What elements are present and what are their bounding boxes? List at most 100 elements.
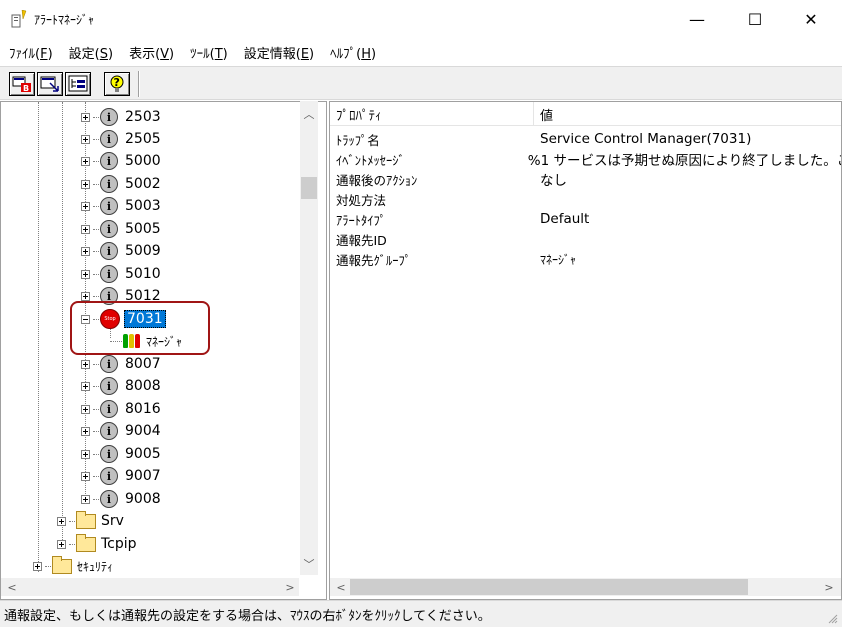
expand-icon[interactable] xyxy=(57,516,66,526)
folder-icon xyxy=(52,555,72,574)
property-name: 対処方法 xyxy=(336,192,387,208)
resize-grip-icon[interactable] xyxy=(826,612,838,624)
close-button[interactable]: ✕ xyxy=(782,0,840,38)
info-icon: i xyxy=(100,490,118,508)
menu-config-info[interactable]: 設定情報(E) xyxy=(239,43,319,62)
tree-item[interactable]: i 9004 xyxy=(81,420,161,442)
expand-icon[interactable] xyxy=(81,112,90,122)
property-row[interactable]: 対処方法 xyxy=(330,189,841,209)
tree-item-label: 2503 xyxy=(125,109,161,125)
expand-icon[interactable] xyxy=(81,291,90,301)
tree-horizontal-scrollbar[interactable]: < > xyxy=(1,578,299,596)
tree-vertical-scrollbar[interactable]: ︿ ﹀ xyxy=(300,101,318,575)
list-header: ﾌﾟﾛﾊﾟﾃｨ 値 xyxy=(330,102,841,126)
property-row[interactable]: ﾄﾗｯﾌﾟ名 Service Control Manager(7031) xyxy=(330,129,841,149)
property-row[interactable]: ｱﾗｰﾄﾀｲﾌﾟ Default xyxy=(330,209,841,229)
property-horizontal-scrollbar[interactable]: < > xyxy=(330,578,841,596)
menu-file[interactable]: ﾌｧｲﾙ(F) xyxy=(4,43,58,62)
expand-icon[interactable] xyxy=(81,201,90,211)
tree-view-icon xyxy=(68,75,88,92)
tree-item[interactable]: i 5002 xyxy=(81,173,161,195)
toolbar-window-button[interactable] xyxy=(37,72,63,96)
tree-item-label: 9005 xyxy=(125,446,161,462)
column-header-value[interactable]: 値 xyxy=(534,102,841,126)
info-icon: i xyxy=(100,175,118,193)
expand-icon[interactable] xyxy=(81,381,90,391)
status-bar: 通報設定、もしくは通報先の設定をする場合は、ﾏｳｽの右ﾎﾞﾀﾝをｸﾘｯｸしてくだ… xyxy=(0,600,842,627)
property-row[interactable]: ｲﾍﾞﾝﾄﾒｯｾｰｼﾞ %1 サービスは予期せぬ原因により終了しました。この xyxy=(330,149,842,170)
tree-item[interactable]: i 2505 xyxy=(81,128,161,150)
tree-item[interactable]: i 9005 xyxy=(81,443,161,465)
scroll-up-icon[interactable]: ︿ xyxy=(300,105,318,123)
scroll-left-icon[interactable]: < xyxy=(3,578,21,596)
close-icon: ✕ xyxy=(804,9,818,29)
tree-item-label: ｾｷｭﾘﾃｨ xyxy=(77,559,114,574)
property-row[interactable]: 通報先ID xyxy=(330,229,841,249)
tree-item[interactable]: i 8007 xyxy=(81,353,161,375)
menu-tools[interactable]: ﾂｰﾙ(T) xyxy=(185,43,233,62)
scroll-thumb[interactable] xyxy=(301,177,317,199)
tree-folder-srv[interactable]: Srv xyxy=(57,510,124,532)
tree-item-label: 5003 xyxy=(125,198,161,214)
expand-icon[interactable] xyxy=(81,426,90,436)
tree-item-label: 5010 xyxy=(125,266,161,282)
tree-folder-security[interactable]: ｾｷｭﾘﾃｨ xyxy=(33,555,113,577)
tree-guide-line xyxy=(62,102,63,546)
expand-icon[interactable] xyxy=(81,449,90,459)
tree-item-label: 5005 xyxy=(125,221,161,237)
tree-item[interactable]: i 9007 xyxy=(81,465,161,487)
window-arrow-icon xyxy=(40,76,59,92)
scroll-right-icon[interactable]: > xyxy=(820,578,838,596)
expand-icon[interactable] xyxy=(81,224,90,234)
minimize-button[interactable]: — xyxy=(668,0,726,38)
tree-item[interactable]: i 5005 xyxy=(81,218,161,240)
tree-item[interactable]: i 2503 xyxy=(81,106,161,128)
property-row[interactable]: 通報後のｱｸｼｮﾝ なし xyxy=(330,169,841,190)
expand-icon[interactable] xyxy=(81,404,90,414)
toolbar-tree-button[interactable] xyxy=(65,72,91,96)
scroll-thumb[interactable] xyxy=(350,579,748,595)
expand-icon[interactable] xyxy=(81,156,90,166)
tree-item[interactable]: i 5000 xyxy=(81,150,161,172)
maximize-button[interactable]: ☐ xyxy=(726,0,784,38)
info-icon: i xyxy=(100,377,118,395)
scroll-left-icon[interactable]: < xyxy=(332,578,350,596)
tree-item-label: Tcpip xyxy=(101,536,137,552)
menu-help[interactable]: ﾍﾙﾌﾟ(H) xyxy=(325,43,381,62)
expand-icon[interactable] xyxy=(81,359,90,369)
column-header-property[interactable]: ﾌﾟﾛﾊﾟﾃｨ xyxy=(330,102,534,126)
tree-item-label: Srv xyxy=(101,513,124,529)
tree-item[interactable]: i 5003 xyxy=(81,195,161,217)
scroll-down-icon[interactable]: ﹀ xyxy=(300,555,318,573)
toolbar-help-button[interactable]: ? xyxy=(104,72,130,96)
tree-item[interactable]: i 5009 xyxy=(81,240,161,262)
info-icon: i xyxy=(100,130,118,148)
property-value: %1 サービスは予期せぬ原因により終了しました。この xyxy=(527,153,842,169)
tree-item-label: 8007 xyxy=(125,356,161,372)
expand-icon[interactable] xyxy=(81,134,90,144)
info-icon: i xyxy=(100,152,118,170)
tree-item[interactable]: i 9008 xyxy=(81,488,161,510)
expand-icon[interactable] xyxy=(81,269,90,279)
expand-icon[interactable] xyxy=(81,471,90,481)
tree-item[interactable]: i 5010 xyxy=(81,263,161,285)
expand-icon[interactable] xyxy=(81,246,90,256)
svg-text:B: B xyxy=(23,84,29,93)
tree-folder-tcpip[interactable]: Tcpip xyxy=(57,533,137,555)
menu-settings[interactable]: 設定(S) xyxy=(64,43,118,62)
expand-icon[interactable] xyxy=(81,179,90,189)
expand-icon[interactable] xyxy=(57,539,66,549)
toolbar-separator xyxy=(138,71,140,97)
expand-icon[interactable] xyxy=(33,561,42,571)
tree-item[interactable]: i 8016 xyxy=(81,398,161,420)
tree-item[interactable]: i 8008 xyxy=(81,375,161,397)
tree-pane[interactable]: i 2503 i 2505 i 5000 i 5002 i 5003 i 500… xyxy=(0,101,327,600)
scroll-right-icon[interactable]: > xyxy=(281,578,299,596)
expand-icon[interactable] xyxy=(81,494,90,504)
toolbar-notify-button[interactable]: B xyxy=(9,72,35,96)
menu-view[interactable]: 表示(V) xyxy=(124,43,179,62)
property-row[interactable]: 通報先ｸﾞﾙｰﾌﾟ ﾏﾈｰｼﾞｬ xyxy=(330,249,841,269)
property-list[interactable]: ﾌﾟﾛﾊﾟﾃｨ 値 ﾄﾗｯﾌﾟ名 Service Control Manager… xyxy=(329,101,842,600)
tree-item-label: 9007 xyxy=(125,468,161,484)
property-value: なし xyxy=(540,173,567,189)
